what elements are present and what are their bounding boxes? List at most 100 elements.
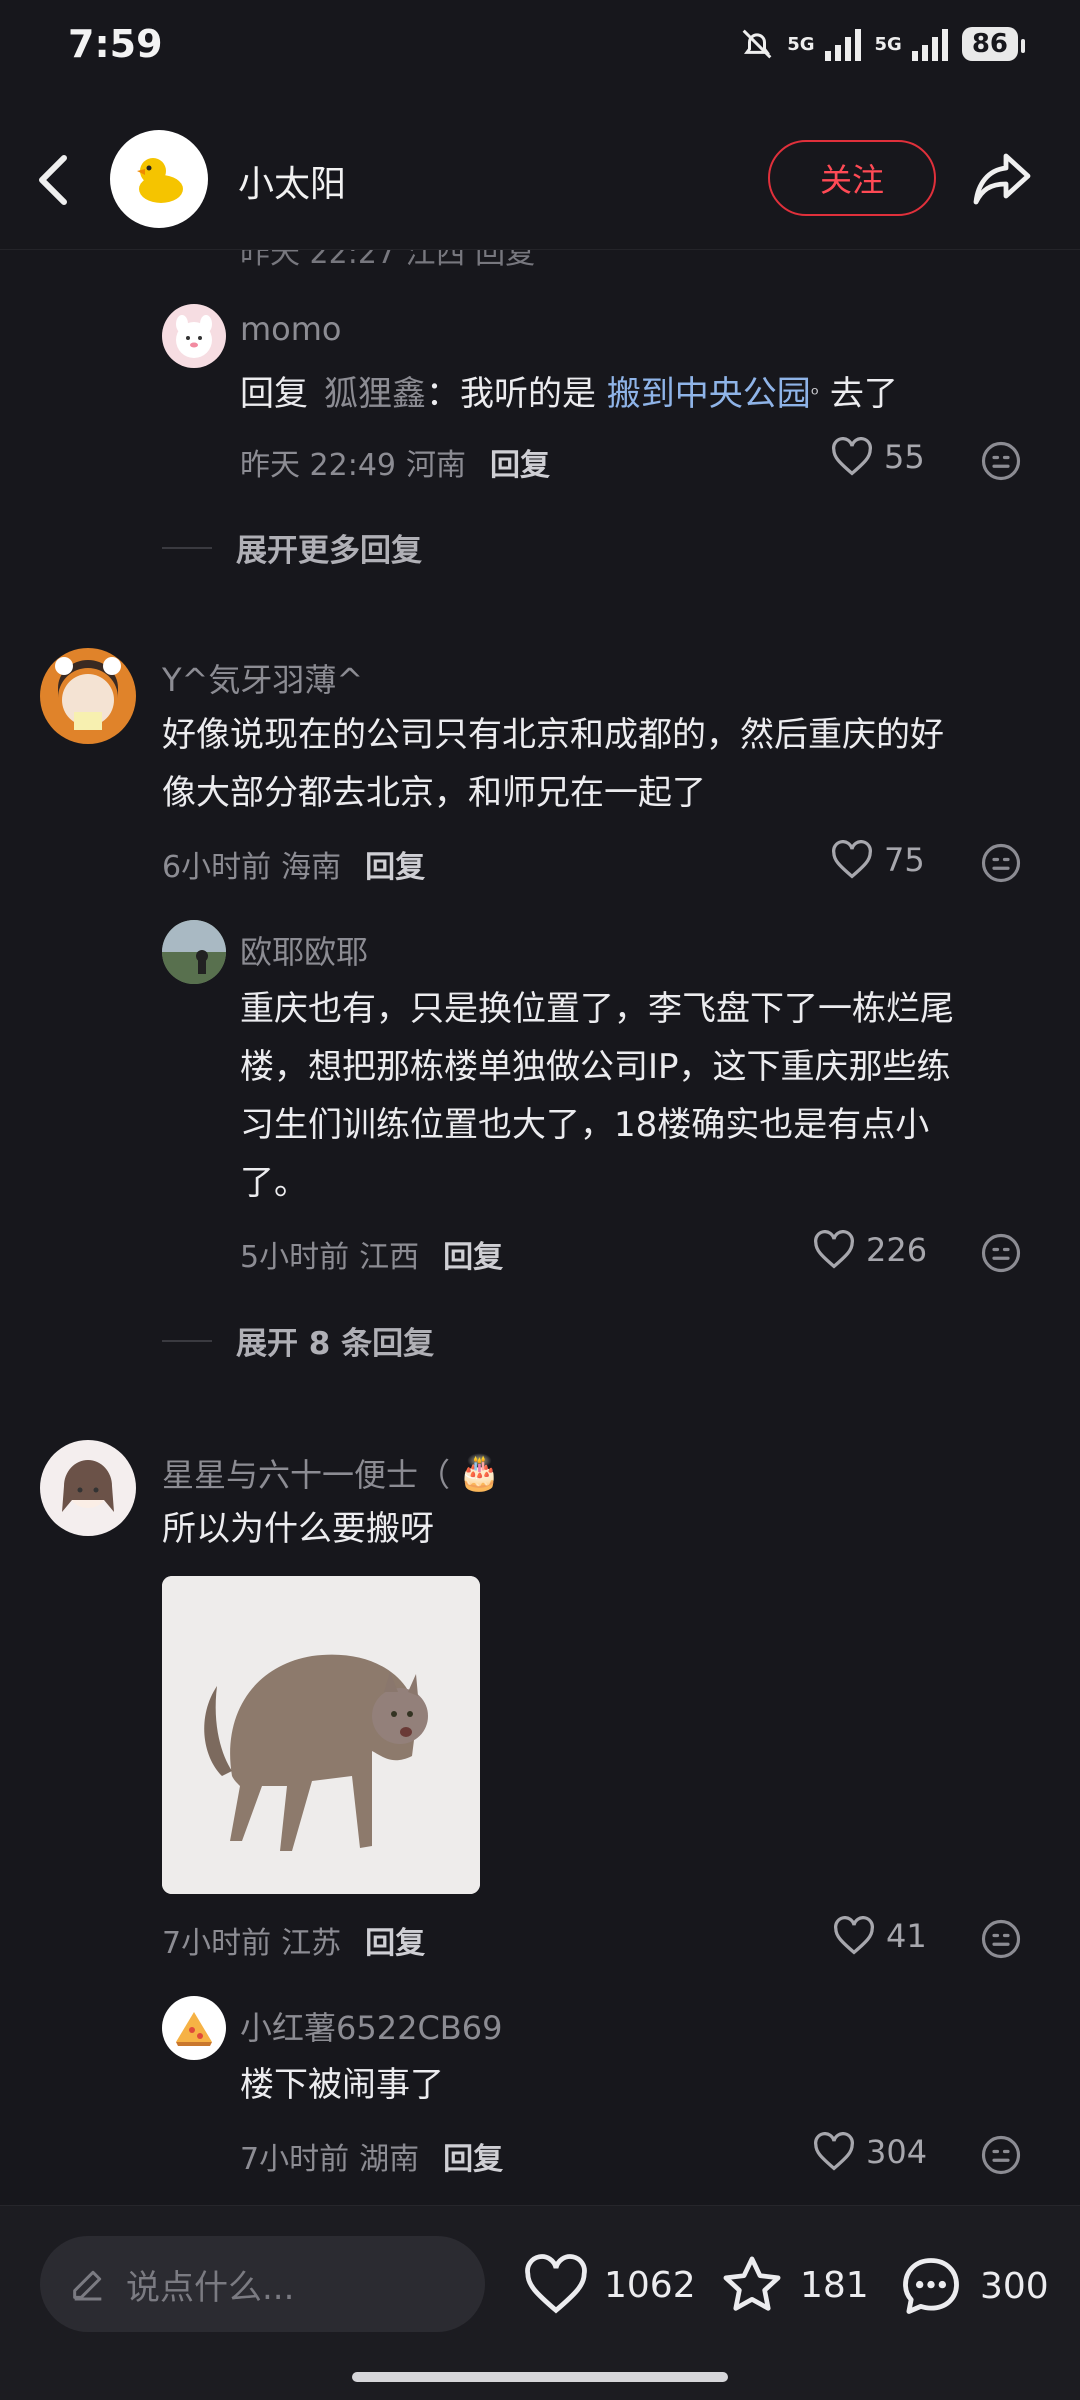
like-button[interactable]: 55 [830, 437, 925, 477]
comment-text: 回复 狐狸鑫：我听的是 搬到中央公园ᵒ 去了 [240, 365, 898, 423]
expand-replies-button[interactable]: 展开更多回复 [162, 525, 422, 570]
author-name[interactable]: 小太阳 [238, 155, 346, 207]
emoji-reaction-icon[interactable] [980, 842, 1022, 884]
chat-bubble-icon [903, 2258, 959, 2314]
comment-text-line: 像大部分都去北京，和师兄在一起了 [162, 773, 706, 813]
heart-icon [834, 1916, 874, 1955]
emoji-reaction-icon[interactable] [980, 1918, 1022, 1960]
expand-replies-button[interactable]: 展开 8 条回复 [162, 1318, 434, 1363]
commenter-name[interactable]: 欧耶欧耶 [240, 927, 368, 973]
like-button[interactable]: 226 [812, 1230, 927, 1270]
comment-text: 所以为什么要搬呀 [162, 1509, 434, 1549]
comment-image[interactable] [162, 1576, 480, 1894]
heart-icon [832, 437, 872, 476]
comment-meta: 昨天 22:49 河南 回复 [240, 440, 550, 484]
comment-text-part: 去了 [819, 374, 898, 414]
scared-cat-image [162, 1576, 480, 1894]
network-label-1: 5G [787, 33, 815, 55]
commenter-avatar[interactable] [162, 304, 226, 368]
search-link[interactable]: 搬到中央公园 [607, 374, 811, 414]
reply-button[interactable]: 回复 [365, 1918, 425, 1962]
follow-button[interactable]: 关注 [768, 140, 936, 216]
search-link-icon: ᵒ [810, 382, 820, 406]
like-button[interactable]: 75 [830, 840, 925, 880]
post-star-count: 181 [800, 2264, 869, 2306]
share-button[interactable] [970, 148, 1034, 208]
commenter-name[interactable]: 小红薯6522CB69 [240, 2003, 502, 2049]
comment-post-button[interactable]: 300 [896, 2252, 1049, 2320]
commenter-name[interactable]: 星星与六十一便士（ 🎂 [162, 1450, 500, 1496]
divider-line [162, 1339, 212, 1342]
heart-icon [525, 2254, 587, 2314]
mute-bell-icon [742, 29, 772, 59]
heart-icon [832, 840, 872, 879]
signal-icon-2 [911, 29, 948, 61]
comment-time: 7小时前 [162, 1926, 272, 1961]
emoji-reaction-icon[interactable] [980, 1232, 1022, 1274]
commenter-name-text: 星星与六十一便士（ [162, 1456, 451, 1494]
back-button[interactable] [28, 150, 80, 210]
cartoon-avatar-icon [176, 315, 212, 358]
heart-icon [814, 1230, 854, 1269]
emoji-reaction-icon[interactable] [980, 440, 1022, 482]
comment-text-line: 好像说现在的公司只有北京和成都的，然后重庆的好 [162, 715, 944, 755]
like-button[interactable]: 304 [812, 2132, 927, 2172]
reply-prefix: 回复 [240, 374, 308, 414]
comment-text-line: 习生们训练位置也大了，18楼确实也是有点小 [240, 1105, 930, 1145]
reply-button[interactable]: 回复 [365, 842, 425, 886]
pencil-icon [73, 2270, 102, 2301]
chevron-left-icon [39, 155, 67, 205]
comment-text: 好像说现在的公司只有北京和成都的，然后重庆的好 像大部分都去北京，和师兄在一起了 [162, 706, 944, 822]
anime-girl-avatar-icon [62, 1460, 114, 1512]
comment-time: 昨天 22:49 [240, 448, 396, 483]
comment-meta: 7小时前 湖南 回复 [240, 2134, 503, 2178]
home-indicator[interactable] [352, 2372, 728, 2382]
reply-button[interactable]: 回复 [443, 1232, 503, 1276]
comment-meta: 7小时前 江苏 回复 [162, 1918, 425, 1962]
pizza-avatar-icon [176, 2012, 212, 2046]
signal-icon-1 [824, 29, 861, 61]
author-avatar[interactable] [110, 130, 208, 228]
comment-location: 江西 [359, 1240, 420, 1275]
comment-text: 楼下被闹事了 [240, 2065, 444, 2105]
commenter-name[interactable]: Y^気牙羽薄^ [162, 655, 363, 701]
like-post-button[interactable]: 1062 [522, 2254, 696, 2316]
expand-label: 展开更多回复 [236, 533, 422, 569]
post-like-count: 1062 [604, 2264, 696, 2306]
comment-text-line: 楼，想把那栋楼单独做公司IP，这下重庆那些练 [240, 1047, 951, 1087]
landscape-avatar-icon [162, 920, 226, 984]
like-count: 75 [884, 841, 925, 879]
expand-label: 展开 8 条回复 [236, 1326, 435, 1362]
status-icons: 5G 5G 86 [737, 24, 1026, 64]
comment-input-placeholder: 说点什么... [126, 2267, 295, 2308]
reply-button[interactable]: 回复 [490, 440, 550, 484]
comment-location: 江苏 [281, 1926, 342, 1961]
commenter-avatar[interactable] [40, 1440, 136, 1536]
commenter-avatar[interactable] [162, 920, 226, 984]
reply-button[interactable]: 回复 [443, 2134, 503, 2178]
emoji-reaction-icon[interactable] [980, 2134, 1022, 2176]
post-header: 小太阳 关注 [0, 110, 1080, 250]
comment-text-line: 重庆也有，只是换位置了，李飞盘下了一栋烂尾 [240, 989, 954, 1029]
collect-post-button[interactable]: 181 [718, 2252, 869, 2318]
comment-location: 海南 [281, 850, 342, 885]
comment-time: 6小时前 [162, 850, 272, 885]
like-button[interactable]: 41 [832, 1916, 927, 1956]
comment-text-line: 了。 [240, 1163, 308, 1203]
share-icon [973, 153, 1031, 205]
birthday-cake-badge-icon: 🎂 [458, 1453, 501, 1493]
like-count: 226 [866, 1231, 928, 1269]
battery-indicator: 86 [961, 27, 1026, 61]
network-label-2: 5G [874, 33, 902, 55]
comment-meta: 6小时前 海南 回复 [162, 842, 425, 886]
heart-icon [814, 2132, 854, 2171]
commenter-avatar[interactable] [40, 648, 136, 744]
commenter-avatar[interactable] [162, 1996, 226, 2060]
post-comment-count: 300 [980, 2265, 1049, 2307]
like-count: 41 [886, 1917, 927, 1955]
divider-line [162, 546, 212, 549]
commenter-name[interactable]: momo [240, 310, 342, 348]
reply-to-user[interactable]: 狐狸鑫 [324, 374, 426, 414]
comment-input[interactable]: 说点什么... [40, 2236, 485, 2332]
girl-bear-hat-avatar-icon [55, 657, 121, 730]
